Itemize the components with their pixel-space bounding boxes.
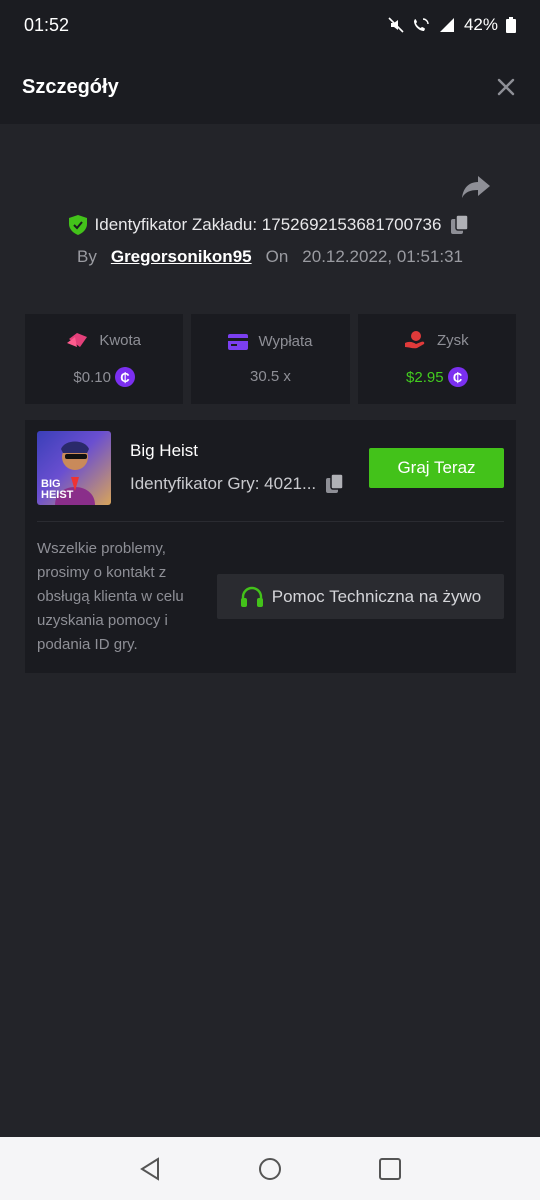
recents-icon [379, 1157, 401, 1180]
live-support-label: Pomoc Techniczna na żywo [271, 586, 482, 606]
page-title: Szczegóły [22, 75, 119, 98]
game-thumbnail[interactable]: BIG HEIST [37, 431, 111, 505]
mute-icon [388, 17, 404, 33]
copy-icon[interactable] [449, 214, 471, 236]
battery-icon [506, 17, 516, 33]
stat-amount: Kwota $0.10 ₵ [25, 314, 184, 404]
system-nav-bar [0, 1137, 540, 1200]
copy-icon[interactable] [324, 473, 346, 495]
stat-payout: Wypłata 30.5 x [191, 314, 350, 404]
coin-icon: ₵ [447, 367, 468, 387]
game-thumb-title: BIG HEIST [41, 478, 74, 501]
bet-stats: Kwota $0.10 ₵ Wypłata 30.5 x Zysk $2.95 … [25, 314, 516, 404]
bet-author-row: By Gregorsonikon95 On 20.12.2022, 01:51:… [0, 244, 540, 270]
status-time: 01:52 [24, 14, 70, 35]
stat-amount-value-row: $0.10 ₵ [73, 367, 135, 387]
live-support-button[interactable]: Pomoc Techniczna na żywo [217, 574, 504, 619]
coin-icon: ₵ [114, 367, 135, 387]
share-button[interactable] [462, 176, 492, 200]
bet-datetime: 20.12.2022, 01:51:31 [302, 247, 463, 266]
play-now-button[interactable]: Graj Teraz [369, 448, 504, 488]
header: Szczegóły [0, 50, 540, 124]
stat-payout-label: Wypłata [258, 333, 313, 350]
headset-icon [240, 586, 263, 607]
close-icon [497, 78, 515, 96]
stat-profit-header: Zysk [404, 331, 469, 349]
by-label: By [77, 247, 97, 266]
home-button[interactable] [250, 1149, 290, 1189]
on-label: On [265, 247, 289, 266]
bet-id-row: Identyfikator Zakładu: 17526921536817007… [0, 212, 540, 238]
back-button[interactable] [130, 1149, 170, 1189]
stat-amount-label: Kwota [99, 331, 142, 349]
back-icon [140, 1156, 159, 1181]
wifi-call-icon [413, 18, 429, 31]
username-link[interactable]: Gregorsonikon95 [111, 247, 252, 267]
battery-percent: 42% [463, 15, 498, 34]
signal-icon [439, 18, 454, 32]
stat-payout-value-row: 30.5 x [250, 368, 291, 385]
stat-amount-value: $0.10 [73, 368, 111, 386]
stat-payout-value: 30.5 x [250, 368, 291, 385]
stat-amount-header: Kwota [67, 331, 141, 349]
stat-profit-label: Zysk [436, 331, 469, 349]
divider [37, 521, 504, 522]
game-card: BIG HEIST Big Heist Identyfikator Gry: 4… [25, 420, 516, 673]
bet-id: Identyfikator Zakładu: 17526921536817007… [94, 215, 442, 234]
stat-profit-value-row: $2.95 ₵ [406, 367, 468, 387]
hand-coin-icon [404, 331, 425, 349]
game-id: Identyfikator Gry: 4021... [130, 474, 317, 493]
status-icons: 42% [388, 15, 516, 35]
card-icon [228, 333, 249, 350]
chip-stack-icon [67, 333, 88, 347]
share-icon [462, 176, 490, 198]
home-icon [259, 1157, 281, 1180]
support-help-text: Wszelkie problemy, prosimy o kontakt z o… [37, 540, 184, 653]
recents-button[interactable] [370, 1149, 410, 1189]
stat-payout-header: Wypłata [228, 333, 313, 350]
stat-profit-value: $2.95 [406, 368, 444, 386]
game-id-row: Identyfikator Gry: 4021... [130, 473, 346, 495]
stat-profit: Zysk $2.95 ₵ [357, 314, 516, 404]
status-bar: 01:52 42% [0, 0, 540, 50]
close-button[interactable] [494, 75, 518, 99]
game-name: Big Heist [130, 441, 199, 460]
shield-check-icon [68, 215, 87, 235]
